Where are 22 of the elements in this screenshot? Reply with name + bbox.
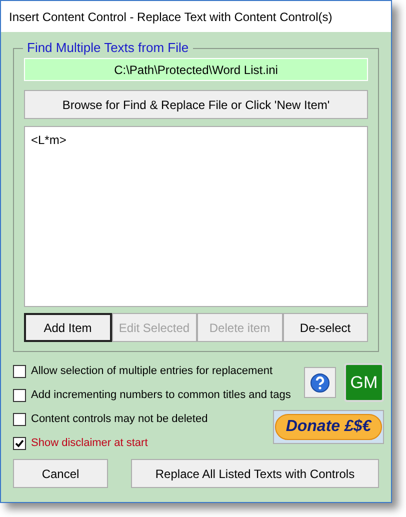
checkbox[interactable]: [13, 365, 26, 378]
list-item[interactable]: <L*m>: [29, 131, 68, 149]
group-title: Find Multiple Texts from File: [23, 40, 193, 56]
checkbox[interactable]: [13, 437, 26, 450]
checkbox[interactable]: [13, 413, 26, 426]
browse-button[interactable]: Browse for Find & Replace File or Click 'New Item': [24, 90, 368, 119]
path-field[interactable]: C:\Path\Protected\Word List.ini: [24, 58, 368, 81]
checkbox-label: Show disclaimer at start: [31, 436, 148, 452]
help-button[interactable]: [304, 367, 336, 398]
list-action-button[interactable]: De-select: [282, 313, 368, 342]
checkbox[interactable]: [13, 389, 26, 402]
gm-button[interactable]: GM: [344, 363, 384, 402]
help-icon: [310, 372, 330, 392]
replace-button[interactable]: Replace All Listed Texts with Controls: [131, 459, 379, 488]
window-title: Insert Content Control - Replace Text with Content Control(s): [9, 8, 332, 26]
list-box[interactable]: <L*m>: [24, 126, 368, 307]
checkbox-label: Allow selection of multiple entries for replacement: [31, 364, 273, 380]
checkbox-label: Add incrementing numbers to common titles and tags: [31, 388, 291, 404]
checkbox-label: Content controls may not be deleted: [31, 412, 208, 428]
list-action-button[interactable]: Add Item: [24, 313, 112, 342]
donate-button[interactable]: Donate £$€: [273, 410, 384, 444]
cancel-button[interactable]: Cancel: [13, 459, 108, 488]
